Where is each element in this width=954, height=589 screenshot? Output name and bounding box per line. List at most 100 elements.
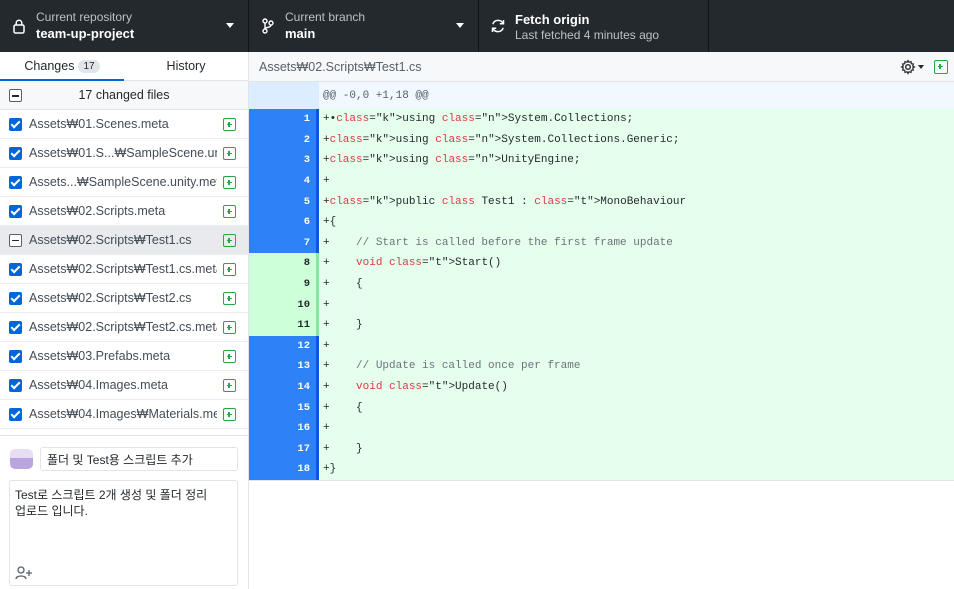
select-all-checkbox[interactable] [9,89,22,102]
tab-changes-label: Changes [24,59,75,73]
diff-line-code: +} [323,463,337,476]
file-checkbox[interactable] [9,175,22,189]
line-number-gutter[interactable]: 18 [249,459,319,480]
avatar [10,449,33,469]
added-status-icon [223,263,236,276]
diff-line-code: + [323,339,330,352]
file-name: Assets₩02.Scripts.meta [29,204,166,218]
changed-files-list: Assets₩01.Scenes.meta Assets₩01.S...₩Samp… [0,110,248,429]
hunk-gutter [249,82,319,109]
file-checkbox[interactable] [9,349,22,363]
diff-line-code: + { [323,278,363,291]
file-row[interactable]: Assets₩03.Prefabs.meta [0,342,248,371]
file-checkbox[interactable] [9,146,22,160]
line-number-gutter[interactable]: 2 [249,129,319,151]
file-name: Assets₩03.Prefabs.meta [29,349,171,363]
repository-label: Current repository [36,10,133,24]
file-name: Assets...₩SampleScene.unity.meta [29,175,217,189]
line-number-gutter[interactable]: 3 [249,150,319,171]
diff-divider [249,479,954,481]
line-number-gutter[interactable]: 13 [249,356,319,377]
diff-line-code: + } [323,442,363,455]
diff-line: 2 +class="k">using class="n">System.Colle… [249,129,954,151]
line-number-gutter[interactable]: 7 [249,232,319,254]
diff-line-code: + } [323,319,363,332]
file-name: Assets₩02.Scripts₩Test1.cs.meta [29,262,217,276]
diff-line: 13 + // Update is called once per frame [249,356,954,377]
branch-name: main [285,26,316,41]
line-number-gutter[interactable]: 1 [249,109,319,130]
chevron-down-icon[interactable] [918,65,924,69]
last-fetched-text: Last fetched 4 minutes ago [515,27,660,42]
added-status-icon [223,176,236,189]
file-row[interactable]: Assets₩02.Scripts₩Test1.cs.meta [0,255,248,284]
line-number-gutter[interactable]: 4 [249,170,319,192]
file-row[interactable]: Assets₩02.Scripts₩Test1.cs [0,226,248,255]
file-checkbox[interactable] [9,233,22,247]
file-checkbox[interactable] [9,320,22,334]
diff-line-code: +•class="k">using class="n">System.Colle… [323,113,634,126]
line-number-gutter[interactable]: 17 [249,438,319,460]
changes-sidebar: Changes 17 History 17 changed files Asse… [0,52,249,589]
diff-line: 6 +{ [249,211,954,233]
line-number-gutter[interactable]: 11 [249,314,319,336]
file-checkbox[interactable] [9,262,22,276]
diff-line-code: +class="k">using class="n">System.Collec… [323,133,680,146]
hunk-header-text: @@ -0,0 +1,18 @@ [323,89,429,102]
file-row[interactable]: Assets₩02.Scripts₩Test2.cs.meta [0,313,248,342]
add-file-icon[interactable] [934,60,948,74]
diff-line: 17 + } [249,438,954,460]
gear-icon[interactable] [900,59,916,75]
added-status-icon [223,147,236,160]
chevron-down-icon [456,23,464,28]
fetch-origin-button[interactable]: Fetch origin Last fetched 4 minutes ago [479,0,709,52]
diff-line: 7 + // Start is called before the first f… [249,232,954,254]
added-status-icon [223,321,236,334]
commit-description-field[interactable]: Test로 스크립트 2개 생성 및 폴더 정리 업로드 입니다. [9,480,238,586]
file-name: Assets₩04.Images.meta [29,378,168,392]
added-status-icon [223,118,236,131]
file-row[interactable]: Assets₩04.Images.meta [0,371,248,400]
diff-line: 10 + [249,294,954,315]
line-number-gutter[interactable]: 6 [249,211,319,233]
file-checkbox[interactable] [9,407,22,421]
diff-line: 16 + [249,417,954,439]
tab-changes[interactable]: Changes 17 [0,52,124,81]
file-row[interactable]: Assets₩02.Scripts.meta [0,197,248,226]
file-checkbox[interactable] [9,204,22,218]
line-number-gutter[interactable]: 15 [249,397,319,418]
line-number-gutter[interactable]: 10 [249,294,319,315]
diff-line: 3 +class="k">using class="n">UnityEngine; [249,150,954,171]
line-number-gutter[interactable]: 8 [249,253,319,274]
diff-line-code: + [323,175,330,188]
file-name: Assets₩02.Scripts₩Test1.cs [29,233,192,247]
added-status-icon [223,408,236,421]
commit-summary-input[interactable] [40,447,238,471]
tab-history[interactable]: History [124,52,248,80]
line-number-gutter[interactable]: 5 [249,191,319,212]
file-checkbox[interactable] [9,378,22,392]
diff-line-code: +{ [323,216,337,229]
file-row[interactable]: Assets...₩SampleScene.unity.meta [0,168,248,197]
line-number-gutter[interactable]: 12 [249,335,319,357]
current-branch-button[interactable]: Current branch main [249,0,479,52]
diff-line: 15 + { [249,397,954,418]
file-checkbox[interactable] [9,117,22,131]
changed-files-count: 17 changed files [78,88,170,102]
current-repository-button[interactable]: Current repository team-up-project [0,0,249,52]
file-name: Assets₩01.S...₩SampleScene.unity [29,146,217,160]
add-coauthor-icon[interactable] [15,566,33,580]
diff-header: Assets₩02.Scripts₩Test1.cs [249,52,954,82]
sync-icon [490,18,506,34]
line-number-gutter[interactable]: 14 [249,376,319,398]
file-row[interactable]: Assets₩01.S...₩SampleScene.unity [0,139,248,168]
line-number-gutter[interactable]: 16 [249,417,319,439]
file-row[interactable]: Assets₩02.Scripts₩Test2.cs [0,284,248,313]
line-number-gutter[interactable]: 9 [249,273,319,295]
diff-line: 8 + void class="t">Start() [249,253,954,274]
diff-line: 18 +} [249,459,954,480]
file-row[interactable]: Assets₩01.Scenes.meta [0,110,248,139]
file-row[interactable]: Assets₩04.Images₩Materials.meta [0,400,248,429]
file-checkbox[interactable] [9,291,22,305]
diff-line-code: + // Start is called before the first fr… [323,236,673,249]
